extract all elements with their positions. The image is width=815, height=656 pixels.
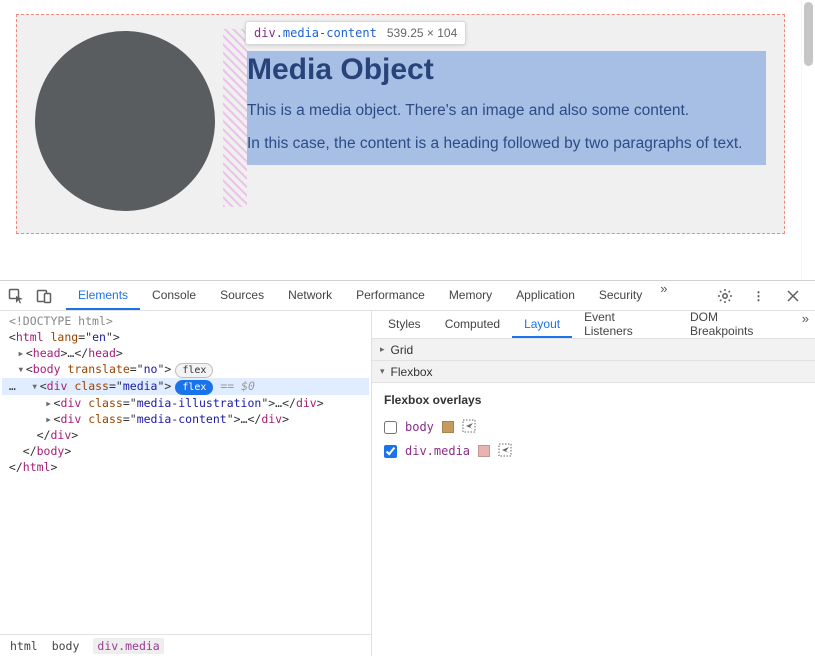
breadcrumb[interactable]: html body div.media (0, 634, 371, 656)
tab-console[interactable]: Console (140, 281, 208, 310)
flex-overlay-media: Media Object This is a media object. The… (16, 14, 785, 234)
overlay-checkbox-body[interactable] (384, 421, 397, 434)
inspect-tooltip: div.media-content 539.25 × 104 (245, 21, 466, 45)
subtabs-overflow-icon[interactable]: » (796, 311, 815, 338)
device-toolbar-icon[interactable] (32, 284, 56, 308)
subtab-styles[interactable]: Styles (376, 311, 433, 338)
tab-application[interactable]: Application (504, 281, 587, 310)
crumb-body[interactable]: body (52, 639, 80, 653)
media-illustration (35, 29, 221, 215)
overlay-checkbox-media[interactable] (384, 445, 397, 458)
subtab-dom-breakpoints[interactable]: DOM Breakpoints (678, 311, 796, 338)
tab-security[interactable]: Security (587, 281, 654, 310)
overlay-color-swatch[interactable] (442, 421, 454, 433)
overlay-name[interactable]: body (405, 420, 434, 434)
media-content-highlight: Media Object This is a media object. The… (247, 51, 766, 165)
tab-performance[interactable]: Performance (344, 281, 437, 310)
page-viewport: Media Object This is a media object. The… (0, 0, 815, 280)
overlay-options-icon[interactable] (462, 419, 476, 436)
overlay-options-icon[interactable] (498, 443, 512, 460)
circle-placeholder-icon (35, 31, 215, 211)
media-paragraph: In this case, the content is a heading f… (247, 128, 766, 161)
side-panel: Styles Computed Layout Event Listeners D… (372, 311, 815, 656)
dom-selected-node[interactable]: … ▾<div class="media">flex == $0 (2, 378, 369, 395)
tab-elements[interactable]: Elements (66, 281, 140, 310)
tab-network[interactable]: Network (276, 281, 344, 310)
kebab-menu-icon[interactable]: ⋮ (747, 284, 771, 308)
layout-section-flexbox[interactable]: ▾Flexbox (372, 361, 815, 383)
media-paragraph: This is a media object. There's an image… (247, 95, 766, 128)
subtab-layout[interactable]: Layout (512, 311, 572, 338)
close-devtools-icon[interactable] (781, 284, 805, 308)
tab-memory[interactable]: Memory (437, 281, 504, 310)
dom-tree-panel: <!DOCTYPE html> <html lang="en"> ▸<head>… (0, 311, 372, 656)
devtools: Elements Console Sources Network Perform… (0, 280, 815, 656)
flex-overlay-row-media: div.media (384, 439, 803, 463)
side-panel-tabs: Styles Computed Layout Event Listeners D… (372, 311, 815, 339)
crumb-html[interactable]: html (10, 639, 38, 653)
overlay-color-swatch[interactable] (478, 445, 490, 457)
media-heading: Media Object (247, 51, 766, 95)
tabs-overflow-icon[interactable]: » (654, 281, 673, 310)
overlay-name[interactable]: div.media (405, 444, 470, 458)
dom-tree[interactable]: <!DOCTYPE html> <html lang="en"> ▸<head>… (0, 311, 371, 634)
flex-overlay-row-body: body (384, 415, 803, 439)
gear-icon[interactable] (713, 284, 737, 308)
tab-sources[interactable]: Sources (208, 281, 276, 310)
inspect-element-icon[interactable] (4, 284, 28, 308)
devtools-main-tabs: Elements Console Sources Network Perform… (66, 281, 709, 310)
devtools-toolbar: Elements Console Sources Network Perform… (0, 281, 815, 311)
subtab-computed[interactable]: Computed (433, 311, 512, 338)
layout-section-grid[interactable]: ▸Grid (372, 339, 815, 361)
flex-gap-hatch-icon (223, 29, 247, 207)
subtab-event-listeners[interactable]: Event Listeners (572, 311, 678, 338)
vertical-scrollbar[interactable] (801, 0, 815, 280)
flex-overlays-title: Flexbox overlays (384, 393, 803, 407)
crumb-div-media[interactable]: div.media (93, 638, 163, 654)
scrollbar-thumb[interactable] (804, 2, 813, 66)
